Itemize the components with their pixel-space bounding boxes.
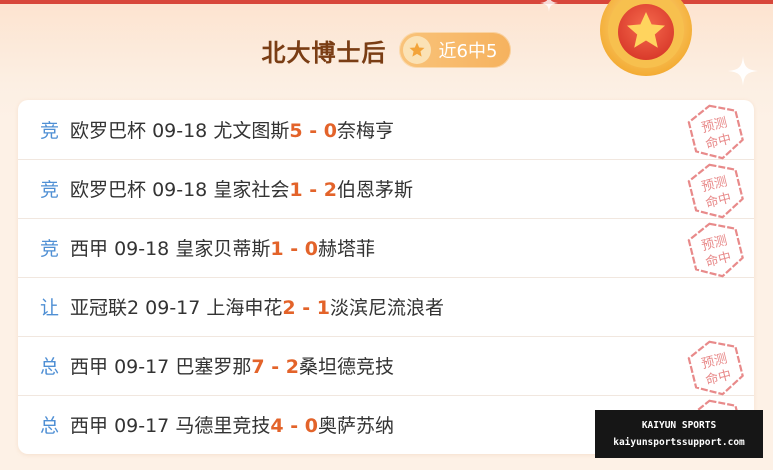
match-league: 西甲 xyxy=(70,415,109,437)
match-info: 西甲 09-17 巴塞罗那7 - 2桑坦德竞技 xyxy=(70,352,394,379)
away-team: 奈梅亨 xyxy=(336,120,394,142)
home-team: 巴塞罗那 xyxy=(175,356,252,378)
match-league: 西甲 xyxy=(70,238,109,260)
match-info: 欧罗巴杯 09-18 尤文图斯5 - 0奈梅亨 xyxy=(70,116,394,143)
away-score: 0 xyxy=(304,238,318,260)
prediction-hit-stamp: 预测命中 xyxy=(687,104,744,160)
watermark-line1: KAIYUN SPORTS xyxy=(641,420,717,431)
match-info: 西甲 09-18 皇家贝蒂斯1 - 0赫塔菲 xyxy=(70,234,375,261)
watermark-line2: kaiyunsportssupport.com xyxy=(613,437,745,448)
star-medal-icon xyxy=(600,0,692,76)
match-score: 1 - 0 xyxy=(270,238,318,260)
match-info: 亚冠联2 09-17 上海申花2 - 1淡滨尼流浪者 xyxy=(70,293,444,320)
away-score: 2 xyxy=(323,179,337,201)
away-score: 1 xyxy=(316,297,331,319)
match-score: 1 - 2 xyxy=(289,179,337,201)
match-info: 欧罗巴杯 09-18 皇家社会1 - 2伯恩茅斯 xyxy=(70,175,413,202)
score-separator: - xyxy=(302,120,324,142)
home-score: 5 xyxy=(289,120,303,142)
bet-type-tag: 竞 xyxy=(40,120,60,142)
bet-type-tag: 总 xyxy=(40,356,60,378)
score-separator: - xyxy=(295,297,317,319)
away-team: 奥萨苏纳 xyxy=(317,415,394,437)
home-team: 皇家贝蒂斯 xyxy=(175,238,271,260)
match-league: 欧罗巴杯 xyxy=(70,120,147,142)
home-score: 7 xyxy=(251,356,265,378)
bet-type-tag: 让 xyxy=(40,297,60,319)
score-separator: - xyxy=(283,238,305,260)
away-score: 0 xyxy=(304,415,318,437)
prediction-hit-stamp: 预测命中 xyxy=(687,222,744,278)
away-score: 2 xyxy=(285,356,299,378)
match-row[interactable]: 竞西甲 09-18 皇家贝蒂斯1 - 0赫塔菲 预测 命中 xyxy=(18,218,754,278)
match-league: 西甲 xyxy=(70,356,109,378)
match-date: 09-18 xyxy=(152,120,208,142)
away-score: 0 xyxy=(323,120,337,142)
home-team: 马德里竞技 xyxy=(175,415,271,437)
match-score: 2 - 1 xyxy=(282,297,330,319)
home-score: 4 xyxy=(270,415,284,437)
watermark: KAIYUN SPORTS kaiyunsportssupport.com xyxy=(595,410,763,458)
away-team: 赫塔菲 xyxy=(317,238,375,260)
match-score: 4 - 0 xyxy=(270,415,318,437)
away-team: 伯恩茅斯 xyxy=(336,179,413,201)
match-date: 09-17 xyxy=(114,415,170,437)
sparkle-icon xyxy=(728,56,758,86)
match-league: 欧罗巴杯 xyxy=(70,179,147,201)
bet-type-tag: 竞 xyxy=(40,179,60,201)
match-row[interactable]: 竞欧罗巴杯 09-18 尤文图斯5 - 0奈梅亨 预测 命中 xyxy=(18,100,754,160)
score-separator: - xyxy=(283,415,305,437)
match-row[interactable]: 总西甲 09-17 巴塞罗那7 - 2桑坦德竞技 预测 命中 xyxy=(18,336,754,396)
match-date: 09-17 xyxy=(114,356,170,378)
away-team: 桑坦德竞技 xyxy=(298,356,394,378)
match-date: 09-18 xyxy=(114,238,170,260)
home-score: 1 xyxy=(289,179,303,201)
away-team: 淡滨尼流浪者 xyxy=(330,297,445,319)
match-score: 7 - 2 xyxy=(251,356,299,378)
prediction-hit-stamp: 预测命中 xyxy=(687,340,744,396)
home-team: 尤文图斯 xyxy=(213,120,290,142)
sparkle-icon xyxy=(540,0,558,12)
match-row[interactable]: 让亚冠联2 09-17 上海申花2 - 1淡滨尼流浪者 xyxy=(18,277,754,337)
record-badge: 近6中5 xyxy=(398,32,512,68)
match-info: 西甲 09-17 马德里竞技4 - 0奥萨苏纳 xyxy=(70,411,394,438)
record-text: 近6中5 xyxy=(438,41,498,62)
match-date: 09-18 xyxy=(152,179,208,201)
prediction-hit-stamp: 预测命中 xyxy=(687,163,744,219)
bet-type-tag: 竞 xyxy=(40,238,60,260)
match-row[interactable]: 竞欧罗巴杯 09-18 皇家社会1 - 2伯恩茅斯 预测 命中 xyxy=(18,159,754,219)
home-team: 上海申花 xyxy=(206,297,283,319)
home-score: 1 xyxy=(270,238,284,260)
bet-type-tag: 总 xyxy=(40,415,60,437)
match-date: 09-17 xyxy=(145,297,201,319)
match-league: 亚冠联2 xyxy=(70,297,140,319)
star-icon xyxy=(402,36,431,64)
home-score: 2 xyxy=(282,297,296,319)
match-list: 竞欧罗巴杯 09-18 尤文图斯5 - 0奈梅亨 预测 命中竞欧罗巴杯 09-18 … xyxy=(18,100,754,454)
home-team: 皇家社会 xyxy=(213,179,290,201)
expert-name: 北大博士后 xyxy=(261,38,387,67)
score-separator: - xyxy=(264,356,286,378)
score-separator: - xyxy=(302,179,324,201)
match-score: 5 - 0 xyxy=(289,120,337,142)
